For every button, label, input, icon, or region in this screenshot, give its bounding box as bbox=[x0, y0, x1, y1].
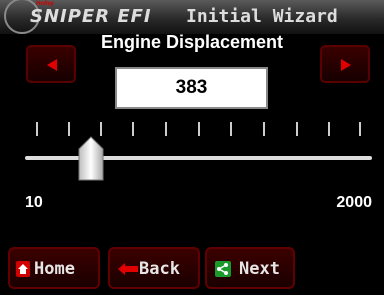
wizard-title: Initial Wizard bbox=[186, 6, 338, 27]
slider-tick bbox=[68, 122, 70, 136]
back-button[interactable]: Back bbox=[108, 247, 200, 289]
decrease-button[interactable] bbox=[26, 45, 76, 83]
slider-tick bbox=[132, 122, 134, 136]
home-icon bbox=[16, 261, 30, 277]
slider-tick bbox=[328, 122, 330, 136]
slider-thumb[interactable] bbox=[78, 136, 104, 182]
back-button-label: Back bbox=[139, 259, 180, 279]
slider-tick bbox=[198, 122, 200, 136]
right-arrow-icon bbox=[341, 59, 351, 71]
slider-tick bbox=[36, 122, 38, 136]
slider-tick bbox=[296, 122, 298, 136]
slider-tick bbox=[165, 122, 167, 136]
home-button-label: Home bbox=[34, 259, 75, 279]
app-logo: SNIPER EFI bbox=[30, 6, 152, 27]
back-arrow-icon bbox=[118, 263, 138, 275]
slider-tick bbox=[263, 122, 265, 136]
app-header: Holley SNIPER EFI Initial Wizard bbox=[0, 0, 384, 34]
slider-min-label: 10 bbox=[25, 194, 43, 211]
share-next-icon bbox=[215, 261, 231, 277]
increase-button[interactable] bbox=[320, 45, 370, 83]
slider-tick bbox=[100, 122, 102, 136]
home-button[interactable]: Home bbox=[8, 247, 100, 289]
next-button-label: Next bbox=[239, 259, 280, 279]
displacement-value-field[interactable]: 383 bbox=[115, 67, 268, 109]
left-arrow-icon bbox=[47, 59, 57, 71]
slider-tick bbox=[359, 122, 361, 136]
next-button[interactable]: Next bbox=[205, 247, 295, 289]
slider-max-label: 2000 bbox=[336, 194, 372, 211]
slider-tick bbox=[230, 122, 232, 136]
